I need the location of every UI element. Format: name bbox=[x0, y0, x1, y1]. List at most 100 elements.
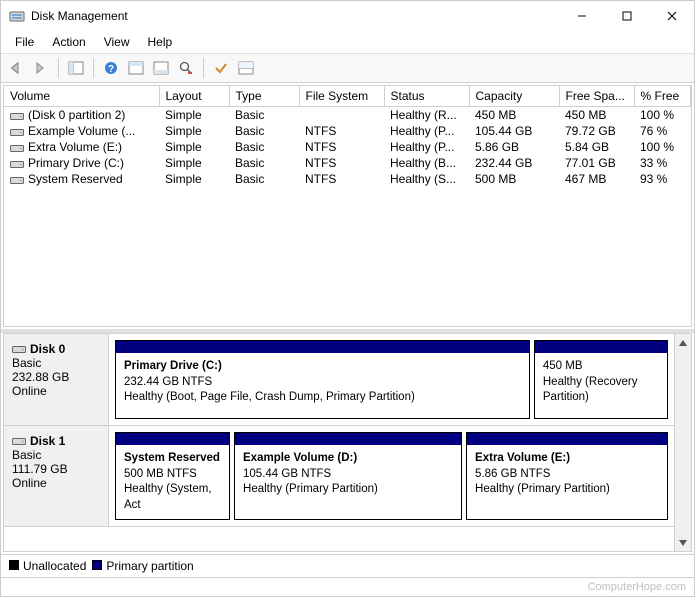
volume-status: Healthy (P... bbox=[384, 139, 469, 155]
table-row[interactable]: Primary Drive (C:)SimpleBasicNTFSHealthy… bbox=[4, 155, 691, 171]
views-button[interactable] bbox=[65, 57, 87, 79]
col-freespace[interactable]: Free Spa... bbox=[559, 86, 634, 107]
toolbar-panel-top-button[interactable] bbox=[125, 57, 147, 79]
column-header-row: Volume Layout Type File System Status Ca… bbox=[4, 86, 691, 107]
partition-color-bar bbox=[535, 341, 667, 353]
col-volume[interactable]: Volume bbox=[4, 86, 159, 107]
volume-fs: NTFS bbox=[299, 123, 384, 139]
volume-layout: Simple bbox=[159, 123, 229, 139]
legend-primary: Primary partition bbox=[92, 559, 193, 573]
partition[interactable]: Example Volume (D:)105.44 GB NTFSHealthy… bbox=[234, 432, 462, 520]
col-capacity[interactable]: Capacity bbox=[469, 86, 559, 107]
titlebar: Disk Management bbox=[1, 1, 694, 31]
volume-capacity: 105.44 GB bbox=[469, 123, 559, 139]
volume-type: Basic bbox=[229, 123, 299, 139]
partition-size: 105.44 GB NTFS bbox=[243, 467, 453, 483]
volume-fs: NTFS bbox=[299, 155, 384, 171]
back-button[interactable] bbox=[5, 57, 27, 79]
volume-pctfree: 100 % bbox=[634, 139, 691, 155]
table-row[interactable]: Extra Volume (E:)SimpleBasicNTFSHealthy … bbox=[4, 139, 691, 155]
partition-health: Healthy (Recovery Partition) bbox=[543, 375, 659, 406]
partition-color-bar bbox=[116, 433, 229, 445]
volume-free: 79.72 GB bbox=[559, 123, 634, 139]
volume-pctfree: 100 % bbox=[634, 107, 691, 124]
col-type[interactable]: Type bbox=[229, 86, 299, 107]
volume-list[interactable]: Volume Layout Type File System Status Ca… bbox=[3, 85, 692, 327]
toolbar-panel-bottom-button[interactable] bbox=[150, 57, 172, 79]
disk-status: Online bbox=[12, 384, 100, 398]
volume-layout: Simple bbox=[159, 107, 229, 124]
footer-watermark: ComputerHope.com bbox=[1, 577, 694, 596]
forward-button[interactable] bbox=[30, 57, 52, 79]
partition[interactable]: System Reserved500 MB NTFSHealthy (Syste… bbox=[115, 432, 230, 520]
volume-free: 467 MB bbox=[559, 171, 634, 187]
legend-unallocated-label: Unallocated bbox=[23, 559, 86, 573]
window-buttons bbox=[559, 1, 694, 31]
partition-size: 450 MB bbox=[543, 359, 659, 375]
drive-icon bbox=[10, 143, 24, 153]
volume-layout: Simple bbox=[159, 171, 229, 187]
volume-type: Basic bbox=[229, 107, 299, 124]
volume-free: 77.01 GB bbox=[559, 155, 634, 171]
drive-icon bbox=[10, 159, 24, 169]
disk-graphical-view: Disk 0Basic232.88 GBOnlinePrimary Drive … bbox=[3, 333, 692, 552]
app-icon bbox=[9, 8, 25, 24]
partition[interactable]: Primary Drive (C:)232.44 GB NTFSHealthy … bbox=[115, 340, 530, 419]
toolbar-search-button[interactable] bbox=[175, 57, 197, 79]
disk-status: Online bbox=[12, 476, 100, 490]
disk-row[interactable]: Disk 1Basic111.79 GBOnlineSystem Reserve… bbox=[4, 426, 674, 527]
partition-title: Example Volume (D:) bbox=[243, 451, 453, 467]
col-filesystem[interactable]: File System bbox=[299, 86, 384, 107]
legend-unallocated: Unallocated bbox=[9, 559, 86, 573]
volume-name: Extra Volume (E:) bbox=[28, 140, 122, 154]
partition-health: Healthy (Primary Partition) bbox=[243, 482, 453, 498]
scroll-up-arrow[interactable] bbox=[675, 334, 691, 351]
disk-row[interactable]: Disk 0Basic232.88 GBOnlinePrimary Drive … bbox=[4, 334, 674, 426]
table-row[interactable]: System ReservedSimpleBasicNTFSHealthy (S… bbox=[4, 171, 691, 187]
volume-name: (Disk 0 partition 2) bbox=[28, 108, 125, 122]
toolbar-separator bbox=[93, 58, 94, 78]
partition[interactable]: 450 MBHealthy (Recovery Partition) bbox=[534, 340, 668, 419]
partition[interactable]: Extra Volume (E:)5.86 GB NTFSHealthy (Pr… bbox=[466, 432, 668, 520]
partition-size: 5.86 GB NTFS bbox=[475, 467, 659, 483]
minimize-button[interactable] bbox=[559, 1, 604, 31]
partition-title: System Reserved bbox=[124, 451, 221, 467]
scroll-down-arrow[interactable] bbox=[675, 534, 691, 551]
volume-fs bbox=[299, 107, 384, 124]
toolbar-check-button[interactable] bbox=[210, 57, 232, 79]
menu-action[interactable]: Action bbox=[44, 33, 93, 51]
col-pctfree[interactable]: % Free bbox=[634, 86, 691, 107]
disk-type: Basic bbox=[12, 356, 100, 370]
close-button[interactable] bbox=[649, 1, 694, 31]
partition-title: Primary Drive (C:) bbox=[124, 359, 521, 375]
menu-view[interactable]: View bbox=[96, 33, 138, 51]
col-layout[interactable]: Layout bbox=[159, 86, 229, 107]
maximize-button[interactable] bbox=[604, 1, 649, 31]
col-status[interactable]: Status bbox=[384, 86, 469, 107]
svg-text:?: ? bbox=[108, 64, 114, 75]
disk-header[interactable]: Disk 0Basic232.88 GBOnline bbox=[4, 334, 109, 425]
content-area: Volume Layout Type File System Status Ca… bbox=[1, 83, 694, 577]
partition-health: Healthy (System, Act bbox=[124, 482, 221, 513]
vertical-scrollbar[interactable] bbox=[674, 334, 691, 551]
partition-color-bar bbox=[235, 433, 461, 445]
volume-type: Basic bbox=[229, 139, 299, 155]
table-row[interactable]: (Disk 0 partition 2)SimpleBasicHealthy (… bbox=[4, 107, 691, 124]
partition-health: Healthy (Primary Partition) bbox=[475, 482, 659, 498]
help-button[interactable]: ? bbox=[100, 57, 122, 79]
volume-pctfree: 33 % bbox=[634, 155, 691, 171]
window-title: Disk Management bbox=[31, 9, 559, 23]
menubar: File Action View Help bbox=[1, 31, 694, 54]
menu-file[interactable]: File bbox=[7, 33, 42, 51]
menu-help[interactable]: Help bbox=[140, 33, 181, 51]
table-row[interactable]: Example Volume (...SimpleBasicNTFSHealth… bbox=[4, 123, 691, 139]
drive-icon bbox=[10, 175, 24, 185]
disk-header[interactable]: Disk 1Basic111.79 GBOnline bbox=[4, 426, 109, 526]
volume-free: 450 MB bbox=[559, 107, 634, 124]
volume-layout: Simple bbox=[159, 139, 229, 155]
toolbar-layout-button[interactable] bbox=[235, 57, 257, 79]
volume-capacity: 450 MB bbox=[469, 107, 559, 124]
drive-icon bbox=[10, 127, 24, 137]
disk-size: 232.88 GB bbox=[12, 370, 100, 384]
partition-color-bar bbox=[116, 341, 529, 353]
